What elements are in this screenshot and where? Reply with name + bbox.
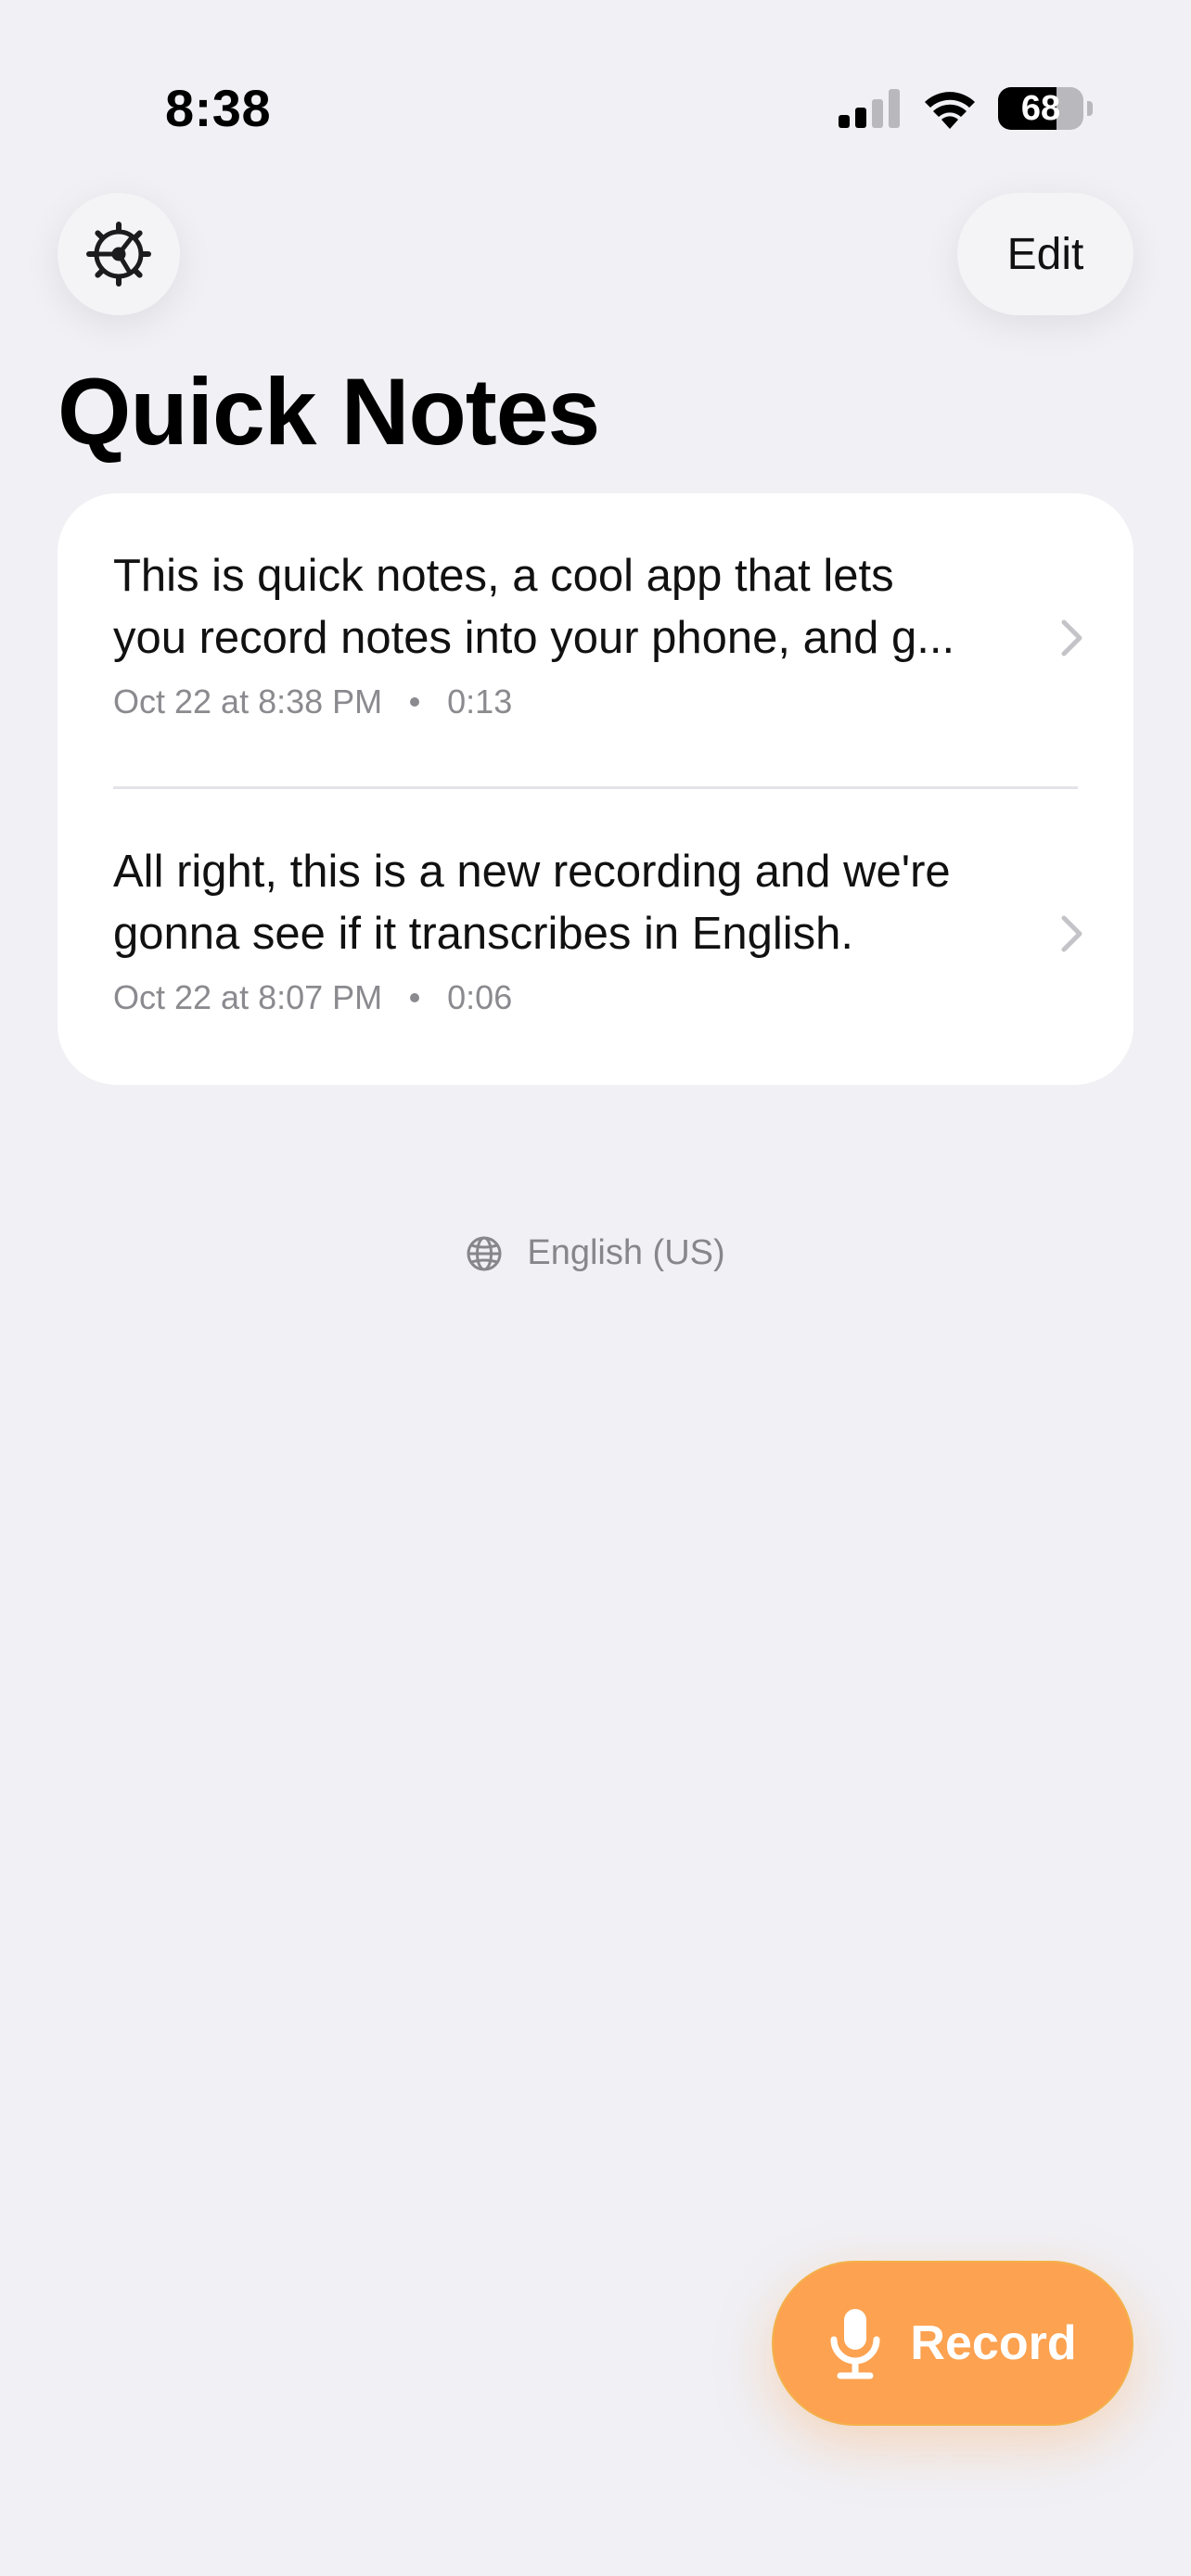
microphone-icon bbox=[830, 2309, 880, 2379]
notes-list: This is quick notes, a cool app that let… bbox=[58, 493, 1133, 1085]
note-preview-line: This is quick notes, a cool app that let… bbox=[113, 551, 894, 601]
record-label: Record bbox=[910, 2316, 1077, 2370]
record-button[interactable]: Record bbox=[772, 2261, 1133, 2426]
note-duration: 0:06 bbox=[447, 978, 513, 1016]
note-duration: 0:13 bbox=[447, 682, 513, 721]
note-meta: Oct 22 at 8:07 PM 0:06 bbox=[113, 978, 512, 1017]
note-date: Oct 22 at 8:38 PM bbox=[113, 682, 383, 721]
battery-percent: 68 bbox=[1020, 88, 1061, 128]
note-item[interactable]: All right, this is a new recording and w… bbox=[58, 789, 1133, 1085]
battery-nub bbox=[1087, 101, 1093, 116]
status-icons: 68 bbox=[839, 85, 1093, 132]
wifi-icon bbox=[925, 92, 975, 129]
note-preview: All right, this is a new recording and w… bbox=[113, 841, 1069, 965]
note-preview-line: gonna see if it transcribes in English. bbox=[113, 909, 854, 959]
note-preview: This is quick notes, a cool app that let… bbox=[113, 545, 1069, 670]
settings-button[interactable] bbox=[58, 193, 180, 315]
battery-icon: 68 bbox=[998, 87, 1083, 130]
chevron-right-icon bbox=[1061, 915, 1082, 952]
note-date: Oct 22 at 8:07 PM bbox=[113, 978, 383, 1016]
cellular-signal-icon bbox=[839, 89, 900, 128]
status-time: 8:38 bbox=[165, 79, 272, 137]
separator-dot bbox=[410, 697, 420, 707]
separator-dot bbox=[410, 993, 420, 1002]
language-selector[interactable]: English (US) bbox=[0, 1233, 1191, 1273]
note-item[interactable]: This is quick notes, a cool app that let… bbox=[58, 493, 1133, 789]
page-title: Quick Notes bbox=[58, 359, 600, 465]
edit-button[interactable]: Edit bbox=[957, 193, 1133, 315]
note-meta: Oct 22 at 8:38 PM 0:13 bbox=[113, 682, 512, 721]
chevron-right-icon bbox=[1061, 619, 1082, 657]
language-label: English (US) bbox=[527, 1233, 725, 1272]
gear-icon bbox=[86, 222, 151, 287]
globe-icon bbox=[467, 1236, 502, 1270]
note-preview-line: you record notes into your phone, and g.… bbox=[113, 613, 955, 663]
note-preview-line: All right, this is a new recording and w… bbox=[113, 847, 951, 897]
